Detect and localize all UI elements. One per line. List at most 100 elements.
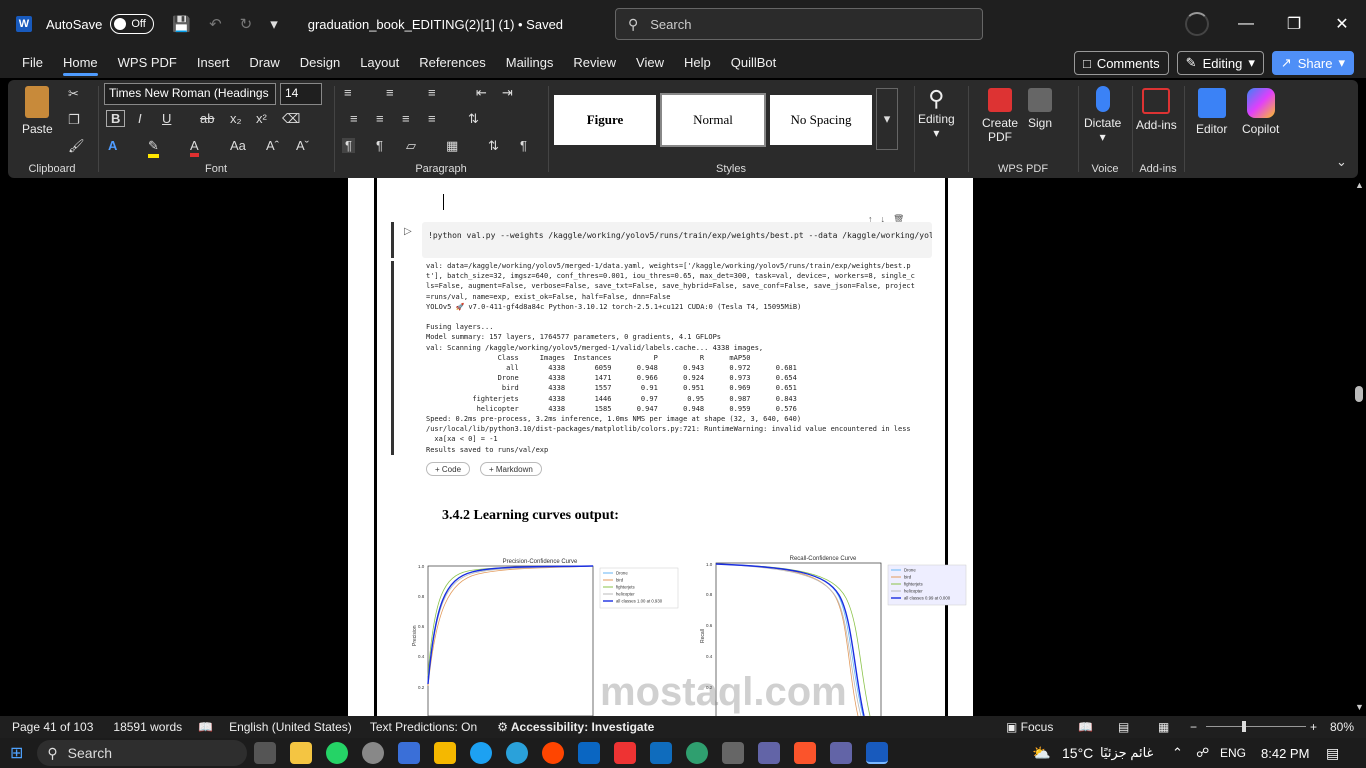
zoom-slider[interactable]	[1206, 726, 1306, 727]
scroll-thumb[interactable]	[1355, 386, 1363, 402]
clear-format-icon[interactable]: ⌫	[282, 111, 300, 127]
align-center-icon[interactable]: ≡	[376, 111, 384, 126]
font-size-select[interactable]: 14	[280, 83, 322, 105]
scroll-up-icon[interactable]: ▲	[1355, 180, 1364, 190]
add-code-button[interactable]: + Code	[426, 462, 471, 476]
taskbar-search[interactable]: ⚲ Search	[37, 740, 248, 766]
comments-button[interactable]: □ Comments	[1073, 51, 1169, 75]
tab-layout[interactable]: Layout	[350, 48, 409, 78]
add-markdown-button[interactable]: + Markdown	[480, 462, 542, 476]
line-spacing-icon[interactable]: ⇅	[468, 111, 479, 127]
styles-more-icon[interactable]: ▾	[876, 88, 898, 150]
tab-design[interactable]: Design	[290, 48, 350, 78]
language-status[interactable]: English (United States)	[229, 720, 352, 734]
tab-home[interactable]: Home	[53, 48, 108, 78]
zoom-level[interactable]: 80%	[1330, 720, 1354, 734]
editor-button[interactable]: Editor	[1196, 88, 1227, 136]
numbering-icon[interactable]: ≡	[386, 85, 394, 100]
highlight-icon[interactable]: ✎	[148, 138, 159, 158]
undo-icon[interactable]: ↶	[209, 15, 222, 33]
collapse-ribbon-icon[interactable]: ⌄	[1336, 154, 1347, 170]
save-icon[interactable]: 💾	[172, 15, 191, 33]
redo-icon[interactable]: ↻	[240, 15, 253, 33]
page-count[interactable]: Page 41 of 103	[12, 720, 93, 734]
linkedin-icon[interactable]	[578, 742, 601, 764]
create-pdf-button[interactable]: Create PDF	[978, 88, 1022, 144]
tab-wps-pdf[interactable]: WPS PDF	[108, 48, 187, 78]
weather-icon[interactable]: ⛅	[1032, 744, 1051, 762]
format-painter-icon[interactable]: 🖌	[68, 138, 85, 154]
input-language[interactable]: ENG	[1220, 746, 1246, 760]
document-title[interactable]: graduation_book_EDITING(2)[1] (1) • Save…	[308, 17, 563, 32]
scroll-down-icon[interactable]: ▼	[1355, 702, 1364, 712]
calculator-icon[interactable]	[398, 742, 421, 764]
ltr-icon[interactable]: ¶	[342, 138, 355, 153]
web-layout-icon[interactable]: ▦	[1158, 720, 1169, 734]
copy-icon[interactable]: ❐	[68, 112, 80, 128]
paste-button[interactable]: Paste	[22, 86, 53, 136]
minimize-icon[interactable]: —	[1222, 0, 1270, 48]
show-marks-icon[interactable]: ¶	[520, 138, 527, 153]
addins-button[interactable]: Add-ins	[1136, 88, 1177, 132]
copilot-button[interactable]: Copilot	[1242, 88, 1279, 136]
read-mode-icon[interactable]: 📖	[1078, 720, 1093, 734]
zoom-slider-thumb[interactable]	[1242, 721, 1246, 732]
sign-button[interactable]: Sign	[1028, 88, 1052, 130]
word-taskbar-icon[interactable]	[866, 742, 889, 764]
style-figure[interactable]: Figure	[554, 95, 656, 145]
notion-icon[interactable]	[722, 742, 745, 764]
borders-icon[interactable]: ▦	[446, 138, 458, 154]
brave-icon[interactable]	[794, 742, 817, 764]
shading-icon[interactable]: ▱	[406, 138, 416, 154]
teams-work-icon[interactable]	[830, 742, 853, 764]
word-count[interactable]: 18591 words	[113, 720, 182, 734]
cut-icon[interactable]: ✂	[68, 86, 79, 102]
run-cell-icon[interactable]: ▷	[404, 226, 412, 237]
bold-icon[interactable]: B	[106, 110, 126, 127]
grow-font-icon[interactable]: Aˆ	[266, 138, 279, 153]
focus-button[interactable]: ▣ Focus	[1006, 720, 1053, 734]
print-layout-icon[interactable]: ▤	[1118, 720, 1129, 734]
wps-office-icon[interactable]	[614, 742, 637, 764]
clock[interactable]: 8:42 PM	[1261, 746, 1309, 761]
task-view-icon[interactable]	[254, 742, 277, 764]
page[interactable]: ▷ ↑ ↓ 🗑 !python val.py --weights /kaggle…	[348, 178, 973, 716]
align-left-icon[interactable]: ≡	[350, 111, 358, 126]
strikethrough-icon[interactable]: ab	[200, 111, 214, 126]
italic-icon[interactable]: I	[138, 111, 142, 126]
tab-quillbot[interactable]: QuillBot	[721, 48, 787, 78]
teams-icon[interactable]	[758, 742, 781, 764]
shrink-font-icon[interactable]: Aˇ	[296, 138, 309, 153]
share-button[interactable]: ↗ Share ▾	[1271, 51, 1354, 75]
zoom-out-icon[interactable]: −	[1190, 720, 1197, 734]
outlook-icon[interactable]	[650, 742, 673, 764]
notes-app-icon[interactable]	[290, 742, 313, 764]
tab-file[interactable]: File	[12, 48, 53, 78]
bullets-icon[interactable]: ≡	[344, 85, 352, 100]
text-effects-icon[interactable]: A	[108, 138, 117, 153]
tab-review[interactable]: Review	[563, 48, 626, 78]
justify-icon[interactable]: ≡	[428, 111, 436, 126]
multilevel-list-icon[interactable]: ≡	[428, 85, 436, 100]
chevron-up-icon[interactable]: ⌃	[1172, 745, 1183, 761]
rtl-icon[interactable]: ¶	[376, 138, 383, 153]
close-icon[interactable]: ✕	[1318, 0, 1366, 48]
tab-draw[interactable]: Draw	[239, 48, 289, 78]
file-explorer-icon[interactable]	[434, 742, 457, 764]
underline-icon[interactable]: U	[162, 111, 171, 126]
profile-avatar[interactable]	[1185, 12, 1209, 36]
align-right-icon[interactable]: ≡	[402, 111, 410, 126]
editing-button[interactable]: ⚲ Editing ▾	[918, 86, 955, 140]
notification-icon[interactable]: ▤	[1326, 745, 1339, 762]
tab-insert[interactable]: Insert	[187, 48, 240, 78]
change-case-icon[interactable]: Aa	[230, 138, 246, 153]
tab-help[interactable]: Help	[674, 48, 721, 78]
reddit-icon[interactable]	[542, 742, 565, 764]
settings-icon[interactable]	[362, 742, 385, 764]
whatsapp-icon[interactable]	[326, 742, 349, 764]
decrease-indent-icon[interactable]: ⇤	[476, 85, 487, 101]
autosave-toggle[interactable]: Off	[110, 14, 155, 34]
windows-start-icon[interactable]: ⊞	[10, 743, 23, 763]
editing-mode-button[interactable]: ✎ Editing ▾	[1176, 51, 1264, 75]
font-color-icon[interactable]: A	[190, 138, 199, 157]
